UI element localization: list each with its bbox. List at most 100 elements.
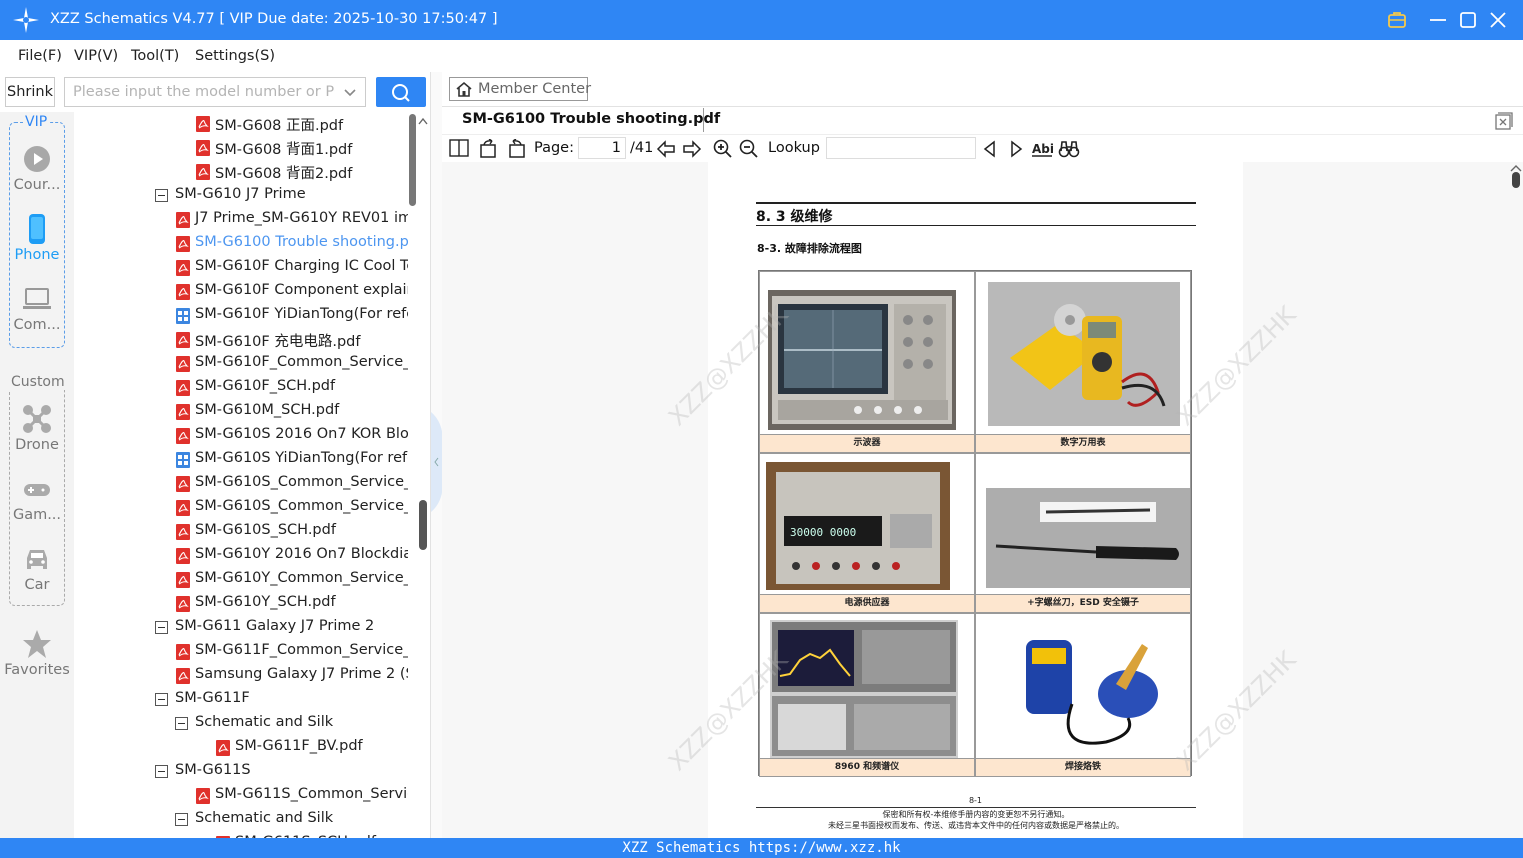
zoom-out-icon[interactable] [739, 139, 759, 159]
tree-item-label: SM-G610S_SCH.pdf [195, 522, 336, 538]
tree-file[interactable]: SM-G610S YiDianTong(For reference) [74, 448, 410, 472]
tree-folder[interactable]: Schematic and Silk [74, 712, 410, 736]
maximize-icon[interactable] [1457, 9, 1479, 31]
pdf-file-icon [176, 596, 190, 612]
tree-file[interactable]: SM-G608 背面1.pdf [74, 136, 410, 160]
find-next-icon[interactable] [1006, 139, 1026, 159]
screwdriver-tweezers-photo [986, 488, 1190, 588]
model-search-input[interactable] [65, 78, 335, 106]
shrink-button[interactable]: Shrink [5, 77, 55, 107]
scroll-up-icon[interactable] [1510, 164, 1522, 172]
tree-file[interactable]: SM-G610F YiDianTong(For reference) [74, 304, 410, 328]
power-supply-photo: 30000 0000 [766, 462, 950, 590]
match-case-icon[interactable]: Abi [1031, 139, 1053, 159]
pdf-file-icon [176, 356, 190, 372]
chevron-down-icon[interactable] [343, 86, 357, 100]
tree-file[interactable]: SM-G610M_SCH.pdf [74, 400, 410, 424]
document-tab[interactable]: SM-G6100 Trouble shooting.pdf [462, 111, 720, 127]
close-tab-icon[interactable] [1495, 112, 1513, 130]
tree-file[interactable]: SM-G610S_SCH.pdf [74, 520, 410, 544]
close-icon[interactable] [1487, 9, 1509, 31]
tree-folder[interactable]: Schematic and Silk [74, 808, 410, 832]
menu-tool[interactable]: Tool(T) [131, 48, 179, 64]
menu-settings[interactable]: Settings(S) [195, 48, 275, 64]
nav-courses[interactable]: Cour... [0, 144, 74, 214]
pdf-scroll-thumb[interactable] [1512, 172, 1520, 188]
app-window: XZZ Schematics V4.77 [ VIP Due date: 202… [0, 0, 1523, 858]
tree-folder[interactable]: SM-G611 Galaxy J7 Prime 2 [74, 616, 410, 640]
pdf-file-icon [176, 644, 190, 660]
nav-drone[interactable]: Drone [0, 404, 74, 474]
pane-splitter[interactable] [430, 72, 443, 838]
grid-cell-screwdriver: +字螺丝刀，ESD 安全镊子 [975, 453, 1191, 613]
tree-file[interactable]: J7 Prime_SM-G610Y REV01 image [74, 208, 410, 232]
tree-file[interactable]: SM-G611F_BV.pdf [74, 736, 410, 760]
tree-scrollbar[interactable] [408, 112, 430, 838]
tree-file[interactable]: SM-G610S_Common_Service_Function [74, 496, 410, 520]
menu-vip[interactable]: VIP(V) [74, 48, 118, 64]
tree-file[interactable]: SM-G611S_Common_Service [74, 784, 410, 808]
prev-page-arrow-icon[interactable] [656, 139, 676, 159]
tree-file[interactable]: SM-G610F Charging IC Cool Test [74, 256, 410, 280]
collapse-toggle-icon[interactable] [175, 717, 188, 730]
tree-folder[interactable]: SM-G611S [74, 760, 410, 784]
search-button[interactable] [376, 77, 426, 107]
tree-file[interactable]: SM-G610Y 2016 On7 Blockdiagram [74, 544, 410, 568]
minimize-icon[interactable] [1427, 9, 1449, 31]
tree-folder[interactable]: SM-G610 J7 Prime [74, 184, 410, 208]
document-pane: Member Center SM-G6100 Trouble shooting.… [442, 72, 1523, 838]
tree-file[interactable]: SM-G608 背面2.pdf [74, 160, 410, 184]
rotate-right-icon[interactable] [506, 139, 526, 159]
tree-item-label: Schematic and Silk [195, 714, 334, 730]
pdf-footer: 保密和所有权-本维修手册内容的变更恕不另行通知。 未经三星书面授权而发布、传送、… [756, 807, 1196, 831]
collapse-toggle-icon[interactable] [175, 813, 188, 826]
page-number-input[interactable]: 1 [578, 137, 626, 159]
sidebar-toggle-icon[interactable] [449, 139, 469, 157]
tree-file[interactable]: SM-G610F Component explain.pdf [74, 280, 410, 304]
vip-briefcase-icon[interactable] [1386, 9, 1408, 31]
nav-computer[interactable]: Com... [0, 284, 74, 354]
tree-file[interactable]: SM-G610F_Common_Service_Function [74, 352, 410, 376]
tree-item-label: SM-G610Y_SCH.pdf [195, 594, 336, 610]
member-center-button[interactable]: Member Center [449, 77, 591, 101]
nav-car[interactable]: Car [0, 544, 74, 614]
zoom-in-icon[interactable] [713, 139, 733, 159]
next-page-arrow-icon[interactable] [682, 139, 702, 159]
tree-file[interactable]: SM-G610F_SCH.pdf [74, 376, 410, 400]
caption-power-supply: 电源供应器 [760, 594, 974, 612]
tree-scroll-thumb-secondary[interactable] [419, 500, 427, 550]
scroll-up-icon[interactable] [418, 117, 428, 125]
tree-file[interactable]: SM-G610S 2016 On7 KOR Block [74, 424, 410, 448]
tree-file[interactable]: Samsung Galaxy J7 Prime 2 (SM [74, 664, 410, 688]
tree-file[interactable]: SM-G610Y_SCH.pdf [74, 592, 410, 616]
tree-item-label: SM-G610S_Common_Service_Function [195, 498, 410, 514]
oscilloscope-photo [768, 290, 956, 430]
left-pane: Shrink VIP Custom Cour... Phone Com [0, 72, 430, 838]
menu-file[interactable]: File(F) [18, 48, 62, 64]
tree-file[interactable]: SM-G610Y_Common_Service_Function [74, 568, 410, 592]
tree-file[interactable]: SM-G6100 Trouble shooting.pdf [74, 232, 410, 256]
tree-scroll-thumb[interactable] [409, 114, 416, 206]
caption-multimeter: 数字万用表 [976, 434, 1190, 452]
nav-favorites[interactable]: Favorites [0, 629, 74, 699]
collapse-toggle-icon[interactable] [155, 189, 168, 202]
tree-file[interactable]: SM-G611F_Common_Service_Function [74, 640, 410, 664]
binoculars-icon[interactable] [1058, 139, 1080, 159]
find-previous-icon[interactable] [980, 139, 1000, 159]
category-sidebar: VIP Custom Cour... Phone Com... Drone Ga… [0, 112, 74, 838]
pdf-viewer[interactable]: 8. 3 级维修 8-3. 故障排除流程图 示波器 数字万用表 30000 00… [442, 162, 1523, 838]
nav-phone[interactable]: Phone [0, 214, 74, 284]
collapse-toggle-icon[interactable] [155, 765, 168, 778]
app-logo-icon [13, 7, 39, 33]
pdf-scrollbar[interactable] [1508, 162, 1523, 838]
tree-file[interactable]: SM-G610S_Common_Service_Function [74, 472, 410, 496]
tree-folder[interactable]: SM-G611F [74, 688, 410, 712]
tree-file[interactable]: SM-G610F 充电电路.pdf [74, 328, 410, 352]
collapse-toggle-icon[interactable] [155, 621, 168, 634]
nav-game[interactable]: Gam... [0, 474, 74, 544]
tree-item-label: SM-G611F_BV.pdf [235, 738, 363, 754]
collapse-toggle-icon[interactable] [155, 693, 168, 706]
rotate-left-icon[interactable] [479, 139, 499, 159]
tree-file[interactable]: SM-G608 正面.pdf [74, 112, 410, 136]
lookup-input[interactable] [826, 137, 976, 159]
